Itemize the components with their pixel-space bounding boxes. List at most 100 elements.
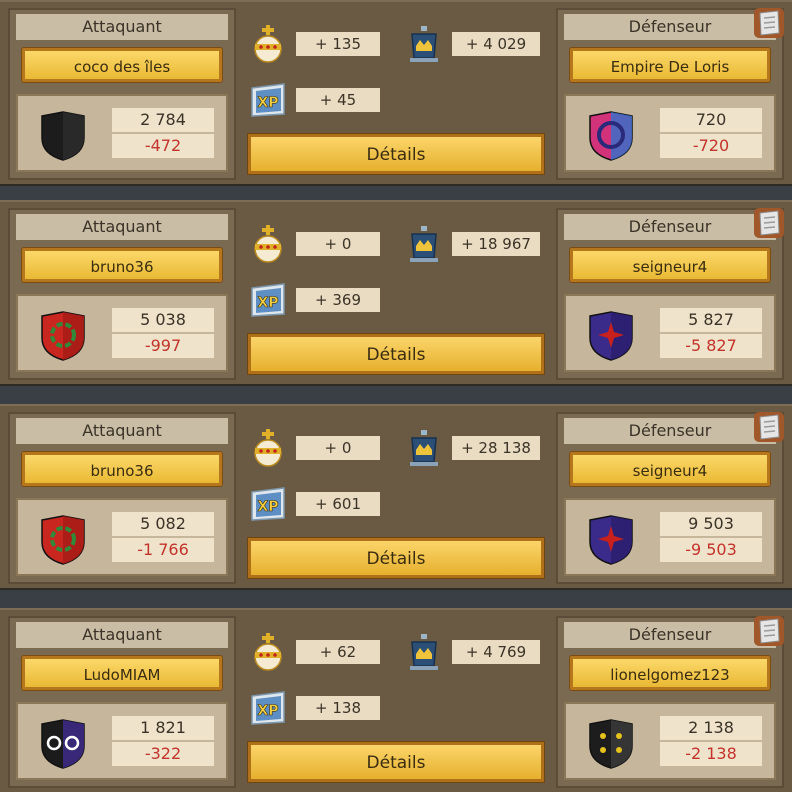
xp-value: + 45 (296, 88, 380, 112)
xp-value: + 369 (296, 288, 380, 312)
army-total: 2 784 (112, 108, 214, 132)
svg-text:XP: XP (257, 95, 278, 111)
svg-text:XP: XP (257, 295, 278, 311)
shield-icon (36, 512, 90, 566)
orb-value: + 62 (296, 640, 380, 664)
defender-panel: Défenseur Empire De Loris 720 -720 (556, 8, 784, 180)
army-loss: -322 (112, 742, 214, 766)
orb-icon (248, 428, 288, 468)
trophy-icon (404, 632, 444, 672)
army-stats: 720 -720 (564, 94, 776, 172)
army-stats: 5 082 -1 766 (16, 498, 228, 576)
army-total: 5 082 (112, 512, 214, 536)
attacker-name-button[interactable]: LudoMIAM (22, 656, 222, 690)
attacker-panel: Attaquant LudoMIAM 1 821 -322 (8, 616, 236, 788)
attacker-panel: Attaquant bruno36 5 082 -1 766 (8, 412, 236, 584)
attacker-label: Attaquant (16, 622, 228, 648)
battle-report-row: Attaquant coco des îles 2 784 -472 + 135 + 4 … (0, 0, 792, 186)
shield-icon (36, 308, 90, 362)
defender-name-button[interactable]: seigneur4 (570, 452, 770, 486)
rewards-area: + 62 + 4 769 XP + 138 Détails (244, 610, 548, 792)
army-loss: -9 503 (660, 538, 762, 562)
orb-value: + 0 (296, 436, 380, 460)
trophy-value: + 4 769 (452, 640, 540, 664)
orb-value: + 135 (296, 32, 380, 56)
battle-report-row: Attaquant bruno36 5 082 -1 766 + 0 + 28 138 XP… (0, 404, 792, 590)
army-loss: -997 (112, 334, 214, 358)
details-button[interactable]: Détails (248, 538, 544, 578)
defender-label: Défenseur (564, 214, 776, 240)
army-loss: -1 766 (112, 538, 214, 562)
rewards-area: + 0 + 28 138 XP + 601 Détails (244, 406, 548, 588)
attacker-label: Attaquant (16, 14, 228, 40)
defender-panel: Défenseur seigneur4 5 827 -5 827 (556, 208, 784, 380)
xp-value: + 601 (296, 492, 380, 516)
trophy-value: + 18 967 (452, 232, 540, 256)
scroll-icon[interactable] (752, 206, 786, 240)
trophy-icon (404, 24, 444, 64)
army-loss: -472 (112, 134, 214, 158)
shield-icon (584, 512, 638, 566)
trophy-value: + 4 029 (452, 32, 540, 56)
trophy-icon (404, 224, 444, 264)
defender-label: Défenseur (564, 418, 776, 444)
scroll-icon[interactable] (752, 6, 786, 40)
army-total: 2 138 (660, 716, 762, 740)
xp-icon: XP (248, 484, 288, 524)
trophy-icon (404, 428, 444, 468)
army-stats: 2 138 -2 138 (564, 702, 776, 780)
scroll-icon[interactable] (752, 410, 786, 444)
shield-icon (36, 716, 90, 770)
svg-text:XP: XP (257, 703, 278, 719)
shield-icon (584, 108, 638, 162)
svg-text:XP: XP (257, 499, 278, 515)
orb-icon (248, 632, 288, 672)
army-loss: -5 827 (660, 334, 762, 358)
xp-value: + 138 (296, 696, 380, 720)
orb-icon (248, 24, 288, 64)
army-total: 720 (660, 108, 762, 132)
details-button[interactable]: Détails (248, 134, 544, 174)
details-button[interactable]: Détails (248, 742, 544, 782)
trophy-value: + 28 138 (452, 436, 540, 460)
scroll-icon[interactable] (752, 614, 786, 648)
army-stats: 5 827 -5 827 (564, 294, 776, 372)
army-loss: -720 (660, 134, 762, 158)
army-total: 1 821 (112, 716, 214, 740)
rewards-area: + 135 + 4 029 XP + 45 Détails (244, 2, 548, 184)
attacker-name-button[interactable]: bruno36 (22, 452, 222, 486)
attacker-panel: Attaquant bruno36 5 038 -997 (8, 208, 236, 380)
army-total: 5 038 (112, 308, 214, 332)
army-total: 5 827 (660, 308, 762, 332)
army-stats: 9 503 -9 503 (564, 498, 776, 576)
attacker-name-button[interactable]: bruno36 (22, 248, 222, 282)
army-loss: -2 138 (660, 742, 762, 766)
defender-label: Défenseur (564, 622, 776, 648)
attacker-panel: Attaquant coco des îles 2 784 -472 (8, 8, 236, 180)
defender-name-button[interactable]: seigneur4 (570, 248, 770, 282)
attacker-name-button[interactable]: coco des îles (22, 48, 222, 82)
attacker-label: Attaquant (16, 418, 228, 444)
army-total: 9 503 (660, 512, 762, 536)
defender-name-button[interactable]: Empire De Loris (570, 48, 770, 82)
rewards-area: + 0 + 18 967 XP + 369 Détails (244, 202, 548, 384)
army-stats: 1 821 -322 (16, 702, 228, 780)
orb-value: + 0 (296, 232, 380, 256)
xp-icon: XP (248, 688, 288, 728)
shield-icon (584, 308, 638, 362)
battle-report-row: Attaquant LudoMIAM 1 821 -322 + 62 + 4 769 XP +… (0, 608, 792, 792)
orb-icon (248, 224, 288, 264)
army-stats: 2 784 -472 (16, 94, 228, 172)
defender-panel: Défenseur seigneur4 9 503 -9 503 (556, 412, 784, 584)
xp-icon: XP (248, 80, 288, 120)
shield-icon (584, 716, 638, 770)
army-stats: 5 038 -997 (16, 294, 228, 372)
defender-label: Défenseur (564, 14, 776, 40)
attacker-label: Attaquant (16, 214, 228, 240)
battle-report-row: Attaquant bruno36 5 038 -997 + 0 + 18 967 XP + … (0, 200, 792, 386)
shield-icon (36, 108, 90, 162)
details-button[interactable]: Détails (248, 334, 544, 374)
xp-icon: XP (248, 280, 288, 320)
defender-name-button[interactable]: lionelgomez123 (570, 656, 770, 690)
defender-panel: Défenseur lionelgomez123 2 138 -2 138 (556, 616, 784, 788)
